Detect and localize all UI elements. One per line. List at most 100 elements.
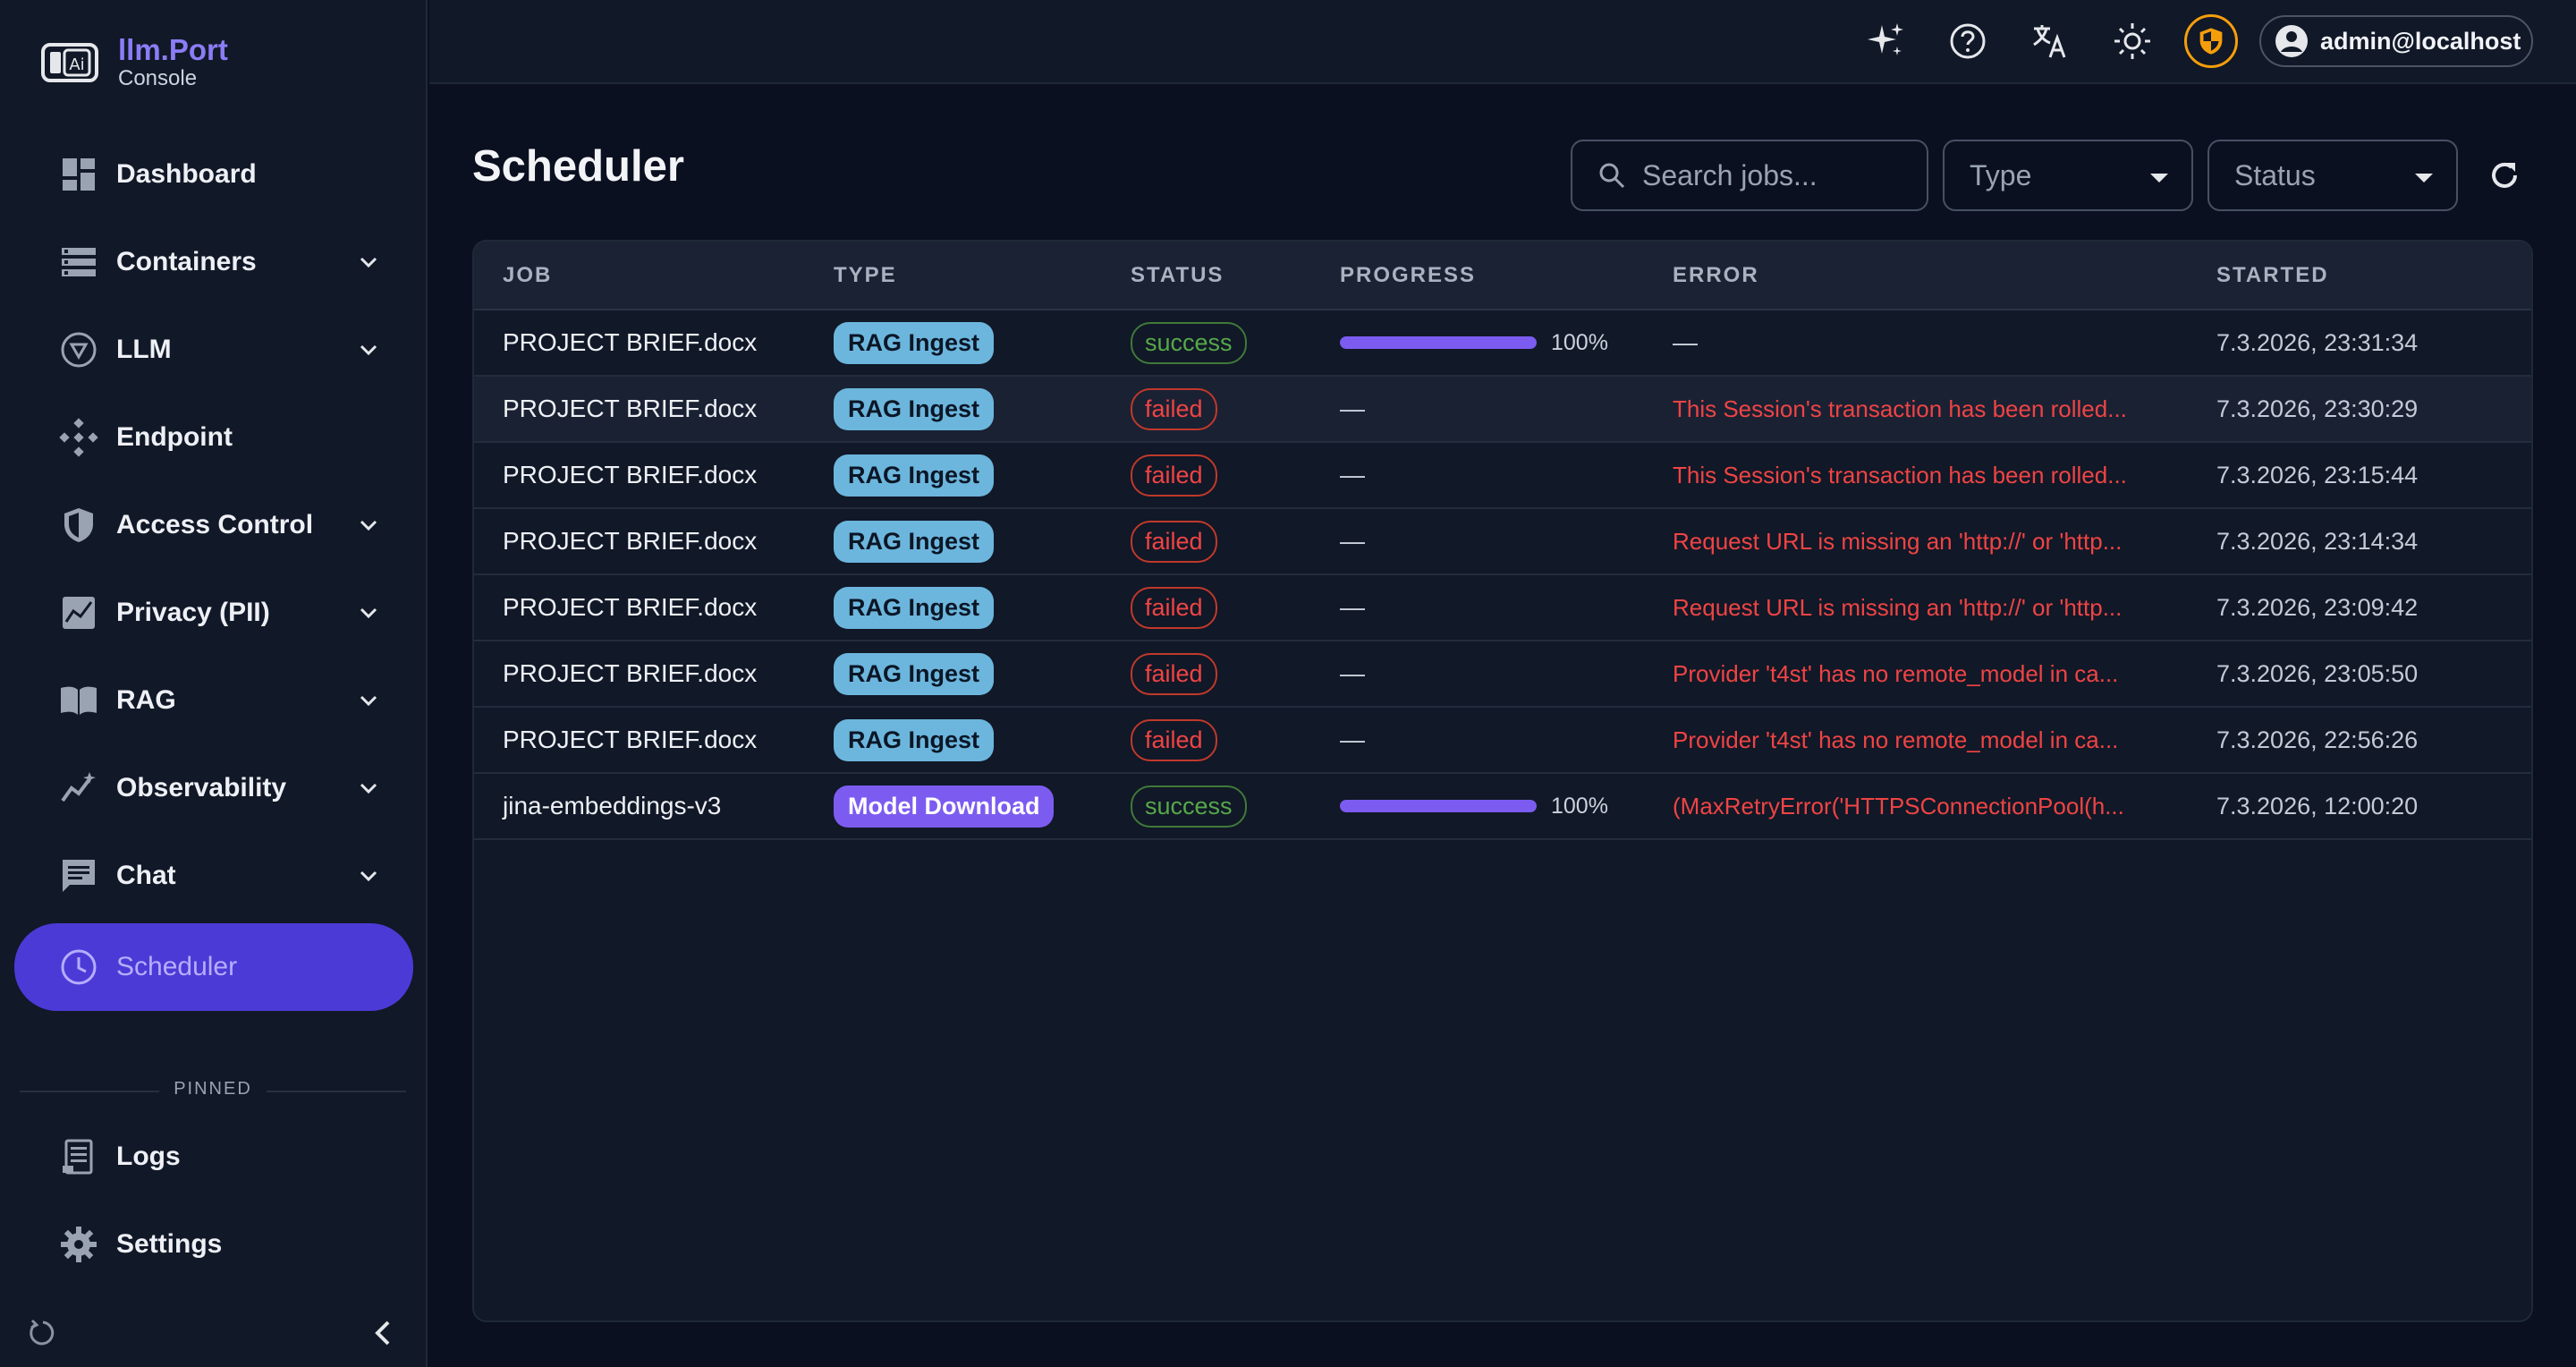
sidebar-item-dashboard[interactable]: Dashboard <box>14 131 413 218</box>
column-header-error[interactable]: ERROR <box>1644 242 2188 310</box>
sidebar-item-endpoint[interactable]: Endpoint <box>14 394 413 481</box>
table-row[interactable]: PROJECT BRIEF.docx RAG Ingest failed — Reque… <box>474 574 2531 641</box>
job-name: PROJECT BRIEF.docx <box>503 461 758 488</box>
progress: 100% <box>1340 794 1644 819</box>
job-started: 7.3.2026, 23:30:29 <box>2216 395 2419 422</box>
shield-icon <box>59 505 98 545</box>
status-badge: failed <box>1131 718 1217 761</box>
job-started: 7.3.2026, 23:14:34 <box>2216 527 2419 555</box>
user-menu-button[interactable]: admin@localhost <box>2259 15 2533 67</box>
job-name: PROJECT BRIEF.docx <box>503 328 758 356</box>
job-error: Request URL is missing an 'http://' or '… <box>1673 527 2123 555</box>
topbar: admin@localhost <box>429 0 2576 84</box>
job-status-cell: success <box>1102 773 1311 839</box>
sidebar-item-llm[interactable]: LLM <box>14 306 413 394</box>
page-title: Scheduler <box>472 142 684 191</box>
brand[interactable]: Ai llm.Port Console <box>39 34 228 91</box>
sidebar-item-logs[interactable]: Logs <box>14 1113 413 1201</box>
job-type-cell: RAG Ingest <box>805 442 1102 508</box>
llm-icon <box>59 330 98 369</box>
refresh-icon[interactable] <box>2487 157 2522 193</box>
job-started: 7.3.2026, 23:05:50 <box>2216 659 2419 687</box>
job-error: This Session's transaction has been roll… <box>1673 461 2127 488</box>
sidebar-item-scheduler[interactable]: Scheduler <box>14 923 413 1011</box>
job-type-cell: RAG Ingest <box>805 707 1102 773</box>
progress-empty: — <box>1340 461 1365 488</box>
progress-bar-fill <box>1340 800 1537 812</box>
sidebar-item-privacy[interactable]: Privacy (PII) <box>14 569 413 657</box>
theme-sun-icon[interactable] <box>2111 20 2154 63</box>
chevron-down-icon <box>360 607 377 619</box>
progress-empty: — <box>1340 527 1365 555</box>
pinned-divider: PINNED <box>20 1079 406 1104</box>
help-icon[interactable] <box>1946 20 1989 63</box>
job-type-cell: RAG Ingest <box>805 376 1102 442</box>
brand-subtitle: Console <box>118 66 198 90</box>
progress-empty: — <box>1340 659 1365 687</box>
status-filter-label: Status <box>2234 158 2316 191</box>
type-badge: Model Download <box>834 785 1055 828</box>
jobs-table-card: JOB TYPE STATUS PROGRESS ERROR STARTED P… <box>472 240 2533 1322</box>
sidebar-item-containers[interactable]: Containers <box>14 218 413 306</box>
column-header-type[interactable]: TYPE <box>805 242 1102 310</box>
sidebar-item-rag[interactable]: RAG <box>14 657 413 744</box>
caret-down-icon <box>2415 174 2433 183</box>
sidebar-nav: Dashboard Containers LLM Endpoint Access… <box>14 131 413 1015</box>
job-error: (MaxRetryError('HTTPSConnectionPool(h... <box>1673 792 2124 819</box>
job-progress-cell: — <box>1311 376 1644 442</box>
job-status-cell: failed <box>1102 376 1311 442</box>
chevron-down-icon <box>360 520 377 531</box>
job-started: 7.3.2026, 23:09:42 <box>2216 593 2419 621</box>
job-name: jina-embeddings-v3 <box>503 792 722 819</box>
job-name: PROJECT BRIEF.docx <box>503 659 758 687</box>
table-row[interactable]: PROJECT BRIEF.docx RAG Ingest failed — Reque… <box>474 508 2531 574</box>
sidebar-item-label: Containers <box>116 247 257 276</box>
sidebar-item-label: LLM <box>116 335 172 364</box>
column-header-started[interactable]: STARTED <box>2188 242 2531 310</box>
job-type-cell: RAG Ingest <box>805 574 1102 641</box>
status-badge: failed <box>1131 652 1217 695</box>
translate-icon[interactable] <box>2029 20 2072 63</box>
table-row[interactable]: PROJECT BRIEF.docx RAG Ingest failed — This … <box>474 442 2531 508</box>
security-shield-icon[interactable] <box>2184 14 2238 68</box>
status-badge: failed <box>1131 520 1217 563</box>
column-header-status[interactable]: STATUS <box>1102 242 1311 310</box>
type-filter-select[interactable]: Type <box>1943 140 2193 211</box>
status-filter-select[interactable]: Status <box>2207 140 2458 211</box>
job-error: Request URL is missing an 'http://' or '… <box>1673 593 2123 621</box>
reload-icon[interactable] <box>27 1317 59 1349</box>
sidebar-item-label: Endpoint <box>116 422 233 452</box>
search-input[interactable] <box>1642 158 1911 192</box>
type-badge: RAG Ingest <box>834 718 995 761</box>
search-box[interactable] <box>1571 140 1928 211</box>
clock-icon <box>59 947 98 987</box>
job-progress-cell: 100% <box>1311 773 1644 839</box>
sidebar-item-label: Logs <box>116 1142 181 1171</box>
pinned-label: PINNED <box>174 1079 252 1099</box>
sidebar-item-chat[interactable]: Chat <box>14 832 413 920</box>
job-name: PROJECT BRIEF.docx <box>503 593 758 621</box>
job-type-cell: RAG Ingest <box>805 641 1102 707</box>
job-name: PROJECT BRIEF.docx <box>503 527 758 555</box>
sidebar-item-settings[interactable]: Settings <box>14 1201 413 1288</box>
sidebar-item-observability[interactable]: Observability <box>14 744 413 832</box>
type-badge: RAG Ingest <box>834 387 995 430</box>
job-error: Provider 't4st' has no remote_model in c… <box>1673 659 2119 687</box>
job-progress-cell: — <box>1311 508 1644 574</box>
sidebar-item-label: RAG <box>116 685 176 715</box>
job-status-cell: success <box>1102 310 1311 376</box>
endpoint-icon <box>59 418 98 457</box>
sparkle-icon[interactable] <box>1864 20 1907 63</box>
table-row[interactable]: PROJECT BRIEF.docx RAG Ingest failed — This … <box>474 376 2531 442</box>
table-row[interactable]: jina-embeddings-v3 Model Download success 1… <box>474 773 2531 839</box>
column-header-progress[interactable]: PROGRESS <box>1311 242 1644 310</box>
table-row[interactable]: PROJECT BRIEF.docx RAG Ingest success 100% —… <box>474 310 2531 376</box>
collapse-sidebar-icon[interactable] <box>369 1317 401 1349</box>
sidebar-item-access-control[interactable]: Access Control <box>14 481 413 569</box>
status-badge: success <box>1131 785 1247 828</box>
chevron-down-icon <box>360 695 377 707</box>
column-header-job[interactable]: JOB <box>474 242 805 310</box>
table-row[interactable]: PROJECT BRIEF.docx RAG Ingest failed — Provi… <box>474 641 2531 707</box>
table-row[interactable]: PROJECT BRIEF.docx RAG Ingest failed — Provi… <box>474 707 2531 773</box>
progress-bar <box>1340 336 1537 349</box>
